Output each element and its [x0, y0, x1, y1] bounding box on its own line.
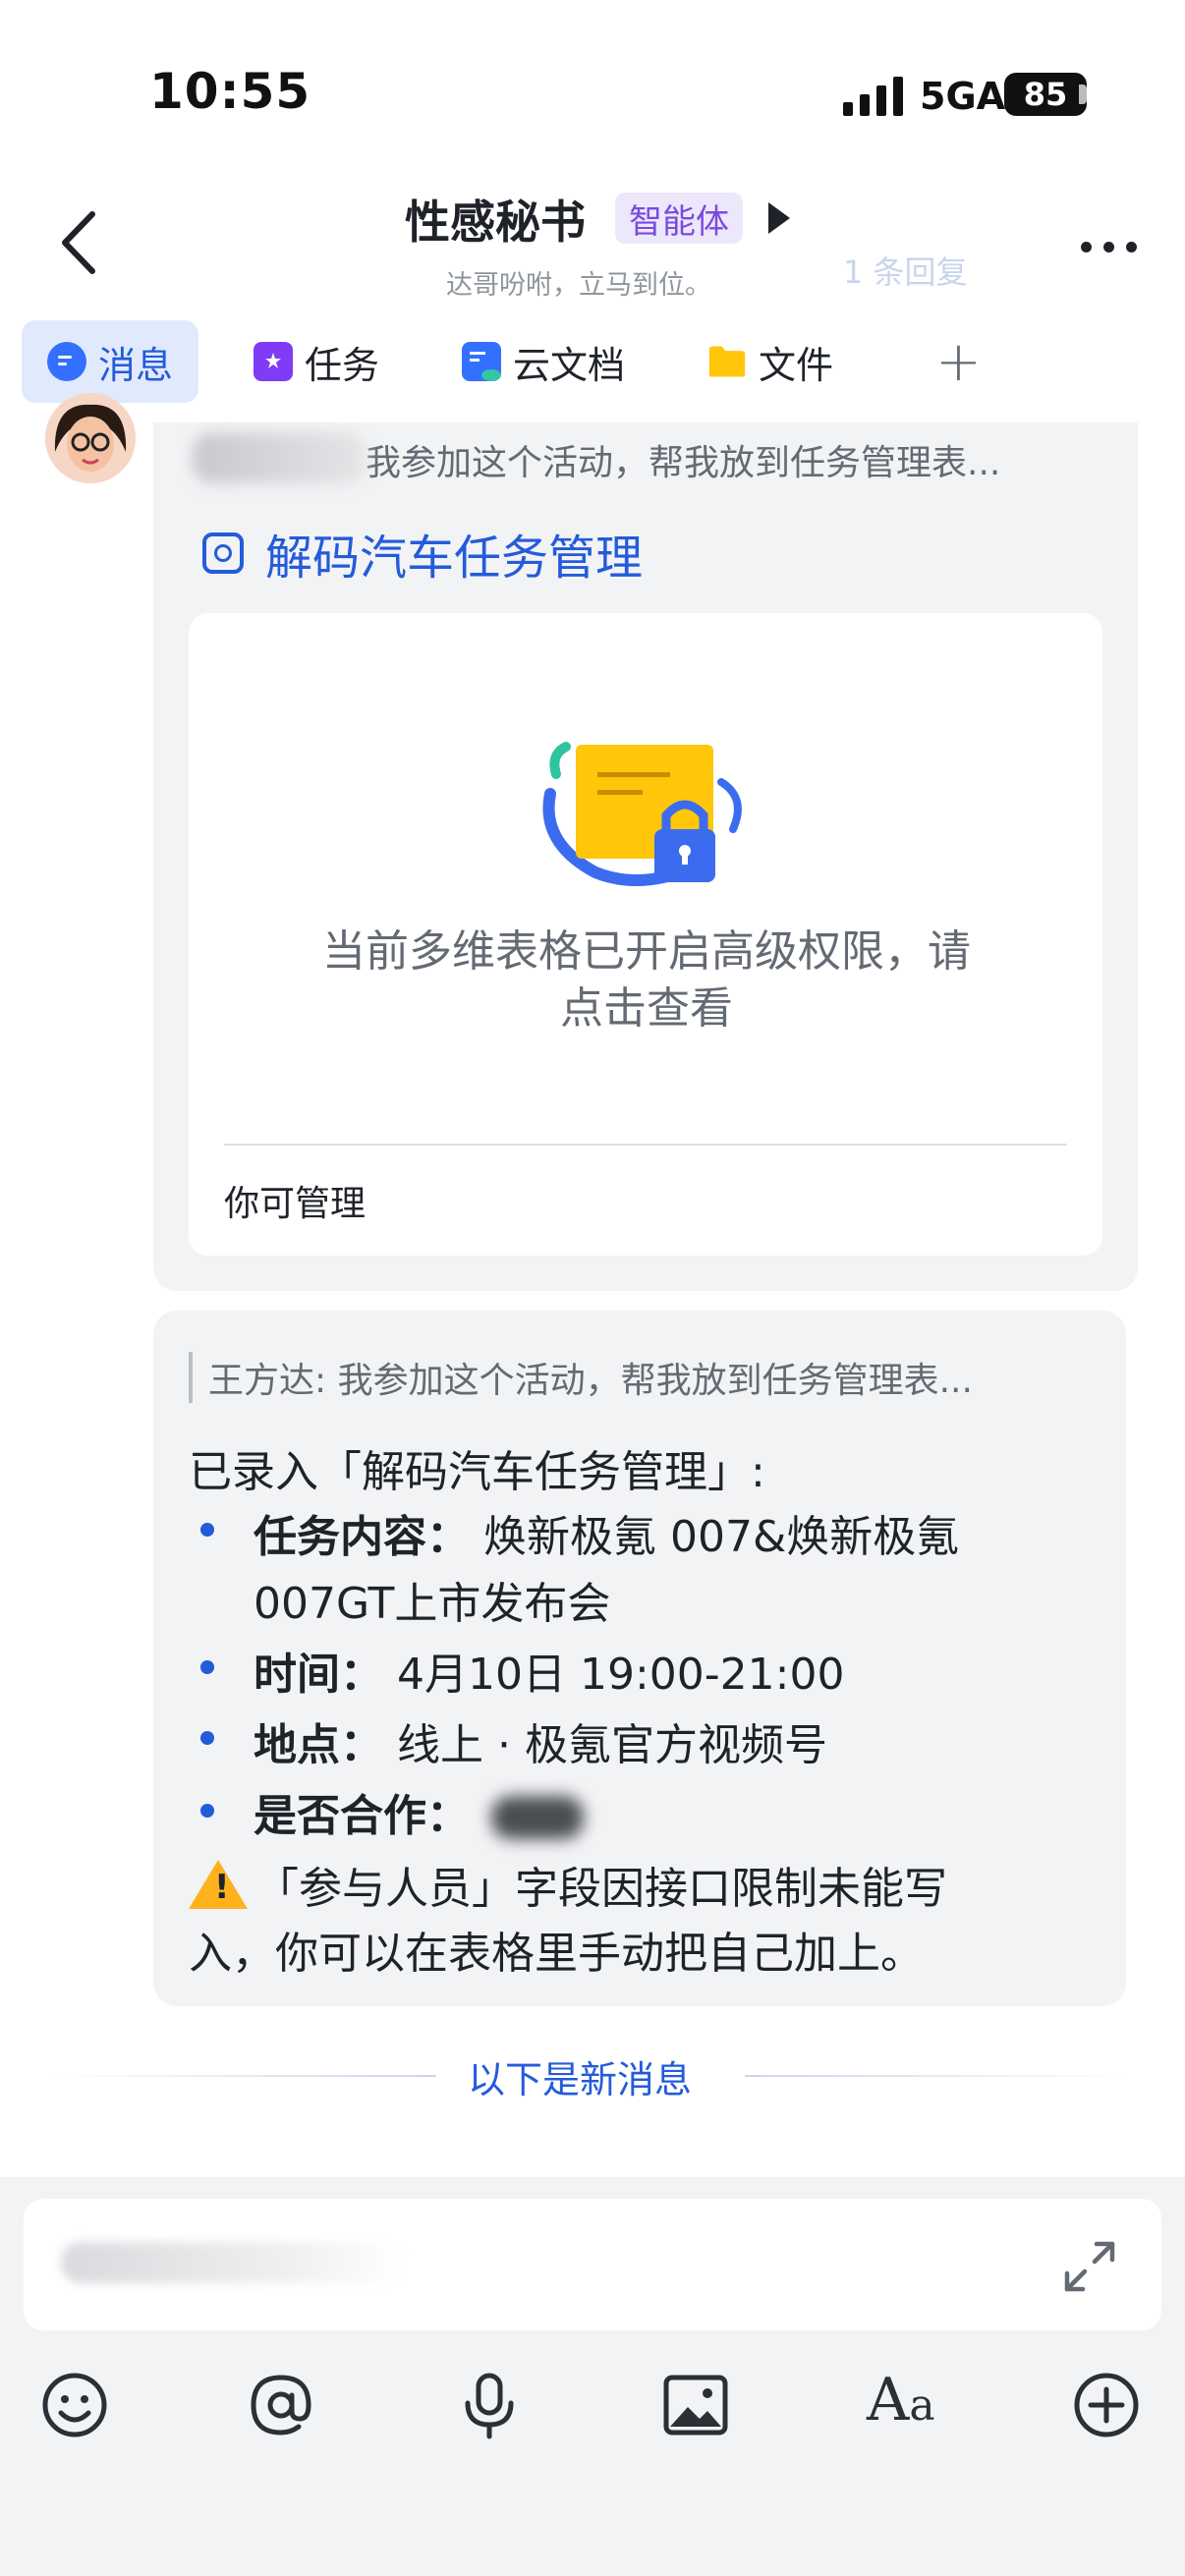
record-intro: 已录入「解码汽车任务管理」:: [189, 1447, 765, 1497]
text-format-icon[interactable]: Aa: [867, 2366, 935, 2435]
warning-line1: 「参与人员」字段因接口限制未能写: [255, 1864, 947, 1914]
doc-link-title: 解码汽车任务管理: [265, 531, 644, 586]
item-key: 地点：: [254, 1720, 383, 1770]
microphone-icon[interactable]: [454, 2370, 525, 2440]
tab-tasks[interactable]: 任务: [254, 320, 379, 403]
permission-notice-line2: 点击查看: [560, 983, 733, 1034]
base-table-icon: [202, 532, 244, 574]
permission-notice-line1: 当前多维表格已开启高级权限，请: [322, 926, 971, 977]
chat-tabs: 消息 任务 云文档 文件 +: [22, 320, 1171, 405]
cellular-signal-icon: [843, 77, 903, 116]
add-tab-icon[interactable]: +: [935, 330, 982, 394]
play-icon[interactable]: [768, 202, 790, 234]
tab-files-label: 文件: [759, 343, 834, 387]
back-icon[interactable]: [57, 208, 100, 277]
tab-cloud-docs[interactable]: 云文档: [462, 320, 625, 403]
tab-cloud-docs-label: 云文档: [513, 343, 626, 387]
status-time: 10:55: [149, 63, 311, 120]
bullet-dot: [200, 1660, 214, 1674]
divider: [224, 1144, 1067, 1146]
item-value: 4月10日 19:00-21:00: [383, 1650, 845, 1700]
message-icon: [47, 342, 86, 381]
list-item: 地点： 线上 · 极氪官方视频号: [254, 1709, 827, 1772]
doc-link[interactable]: 解码汽车任务管理: [202, 519, 643, 588]
add-icon[interactable]: [1071, 2370, 1142, 2440]
warning-text: ! 「参与人员」字段因接口限制未能写: [189, 1853, 947, 1916]
folder-icon: [707, 342, 747, 381]
item-value: 线上 · 极氪官方视频号: [383, 1720, 827, 1770]
separator-line-right: [745, 2075, 1128, 2077]
battery-icon: 85: [1004, 73, 1087, 116]
cloud-doc-icon: [462, 342, 501, 381]
warning-icon: !: [189, 1860, 248, 1909]
new-messages-separator: 以下是新消息: [468, 2058, 693, 2101]
quoted-message: 王方达: 我参加这个活动，帮我放到任务管理表...: [189, 1352, 973, 1403]
list-item: 任务内容： 焕新极氪 007&焕新极氪: [254, 1501, 959, 1564]
item-value: 焕新极氪 007&焕新极氪: [470, 1512, 960, 1562]
battery-level: 85: [1023, 76, 1068, 113]
more-options-icon[interactable]: [1081, 242, 1137, 252]
blurred-draft-text: [61, 2242, 403, 2283]
bullet-dot: [200, 1523, 214, 1537]
mention-icon[interactable]: [246, 2370, 316, 2440]
battery-tip: [1079, 84, 1087, 104]
blurred-value: [491, 1796, 584, 1839]
avatar[interactable]: [45, 393, 136, 483]
blurred-sender-name: [193, 432, 366, 483]
item-key: 任务内容：: [254, 1512, 470, 1562]
chat-subtitle: 达哥吩咐，立马到位。: [446, 270, 711, 301]
chat-title[interactable]: 性感秘书: [405, 187, 586, 252]
warning-line2: 入，你可以在表格里手动把自己加上。: [189, 1929, 924, 1979]
expand-icon[interactable]: [1061, 2238, 1118, 2295]
quoted-message: 我参加这个活动，帮我放到任务管理表...: [366, 443, 1001, 483]
bullet-dot: [200, 1731, 214, 1745]
item-value-cont: 007GT上市发布会: [254, 1579, 611, 1629]
tab-tasks-label: 任务: [305, 343, 380, 387]
image-icon[interactable]: [660, 2370, 731, 2440]
manage-permission-label[interactable]: 你可管理: [224, 1175, 366, 1226]
tab-messages-label: 消息: [98, 343, 174, 387]
locked-document-icon: [542, 742, 742, 886]
task-icon: [254, 342, 293, 381]
faded-reply-count: 1 条回复: [843, 253, 968, 291]
item-key: 时间：: [254, 1650, 383, 1700]
list-item: 时间： 4月10日 19:00-21:00: [254, 1639, 844, 1702]
separator-line-left: [53, 2075, 436, 2077]
list-item: 是否合作：: [254, 1780, 470, 1843]
tab-messages[interactable]: 消息: [22, 320, 199, 403]
bullet-dot: [200, 1804, 214, 1818]
agent-badge: 智能体: [615, 193, 743, 244]
network-type: 5GA: [920, 75, 1006, 118]
permission-notice: 当前多维表格已开启高级权限，请 点击查看: [265, 924, 1028, 1037]
tab-files[interactable]: 文件: [707, 320, 833, 403]
emoji-icon[interactable]: [39, 2370, 110, 2440]
item-key: 是否合作：: [254, 1791, 470, 1841]
